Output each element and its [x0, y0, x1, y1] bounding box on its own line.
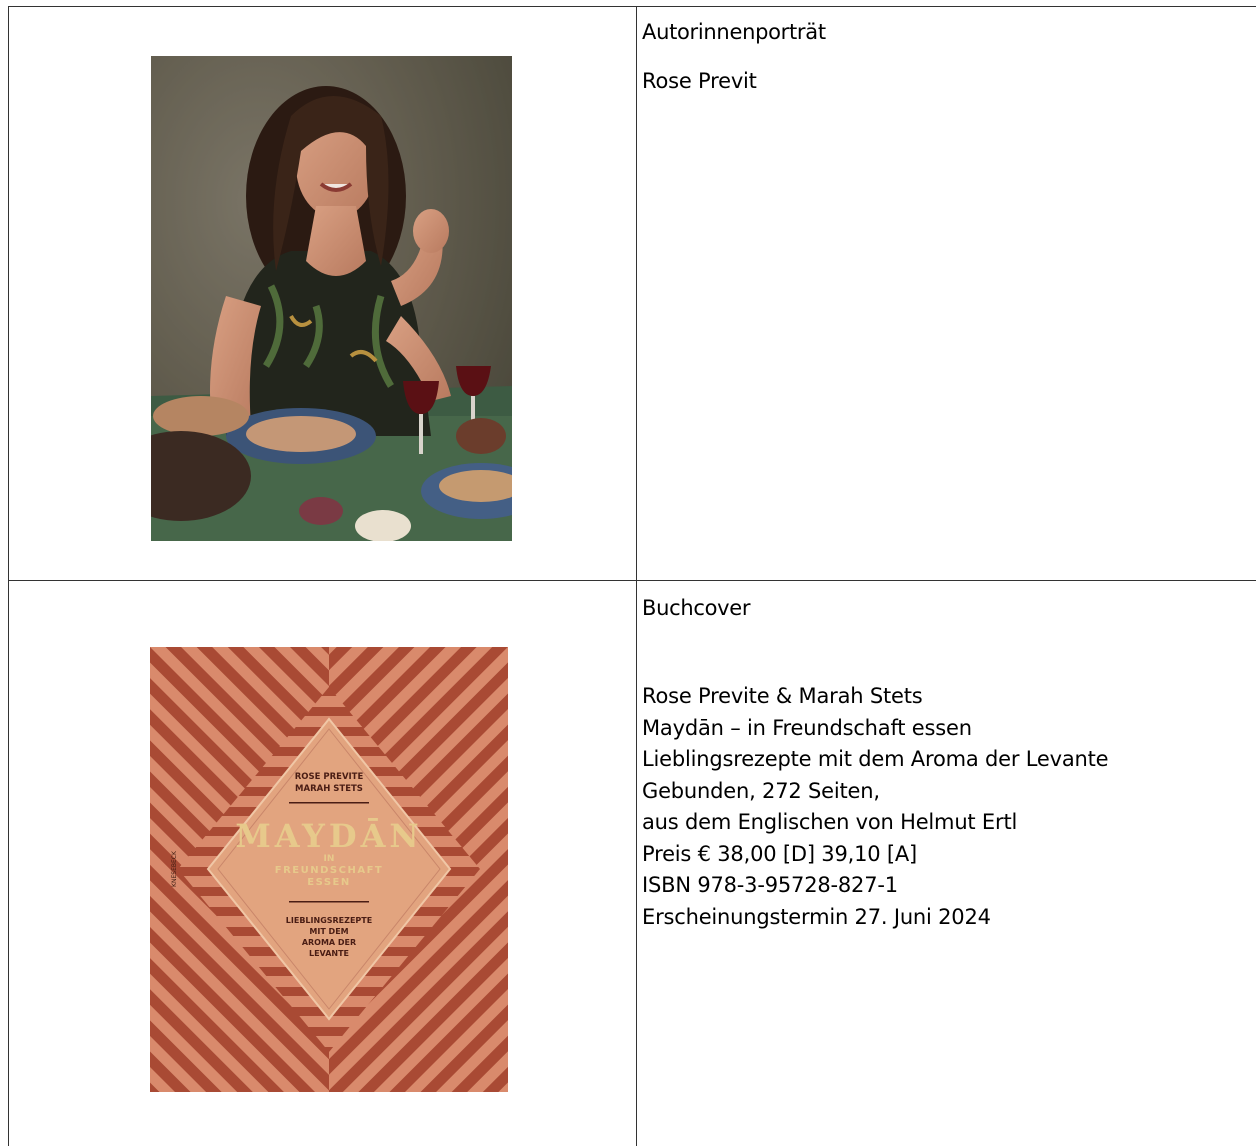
cover-authors-line1: ROSE PREVITE — [295, 772, 364, 782]
cover-rule-bottom — [289, 901, 369, 903]
book-title: Maydān – in Freundschaft essen — [642, 715, 972, 740]
cover-authors-line2: MARAH STETS — [295, 784, 363, 794]
book-translator: aus dem Englischen von Helmut Ertl — [642, 810, 1018, 834]
column-divider — [636, 7, 637, 1146]
cover-subtitle-line1: IN — [324, 854, 335, 864]
book-format: Gebunden, 272 Seiten, — [642, 778, 880, 803]
book-price: Preis € 38,00 [D] 39,10 [A] — [642, 841, 918, 866]
book-section-heading: Buchcover — [642, 596, 751, 620]
author-name: Rose Previt — [642, 69, 757, 93]
cover-subtitle-line2: FREUNDSCHAFT — [275, 865, 383, 876]
author-portrait-photo — [151, 56, 512, 541]
book-details: Rose Previte & Marah Stets Maydān – in F… — [642, 681, 1109, 933]
author-section-heading: Autorinnenporträt — [642, 20, 826, 44]
cover-tagline-line2: MIT DEM — [309, 927, 348, 936]
cover-title: MAYDĀN — [235, 817, 422, 855]
cover-tagline-line1: LIEBLINGSREZEPTE — [286, 916, 372, 925]
book-subtitle: Lieblingsrezepte mit dem Aroma der Levan… — [642, 747, 1109, 771]
cover-publisher: KNESEBECK — [171, 850, 178, 887]
book-cover-image: KNESEBECK ROSE PREVITE MARAH STETS MAYDĀ… — [150, 647, 508, 1092]
cover-tagline-line4: LEVANTE — [309, 949, 349, 958]
cover-subtitle-line3: ESSEN — [307, 877, 351, 888]
cover-rule-top — [289, 802, 369, 804]
book-authors: Rose Previte & Marah Stets — [642, 684, 923, 708]
book-isbn: ISBN 978-3-95728-827-1 — [642, 873, 898, 897]
book-release-date: Erscheinungstermin 27. Juni 2024 — [642, 904, 991, 929]
cover-tagline-line3: AROMA DER — [302, 938, 356, 947]
